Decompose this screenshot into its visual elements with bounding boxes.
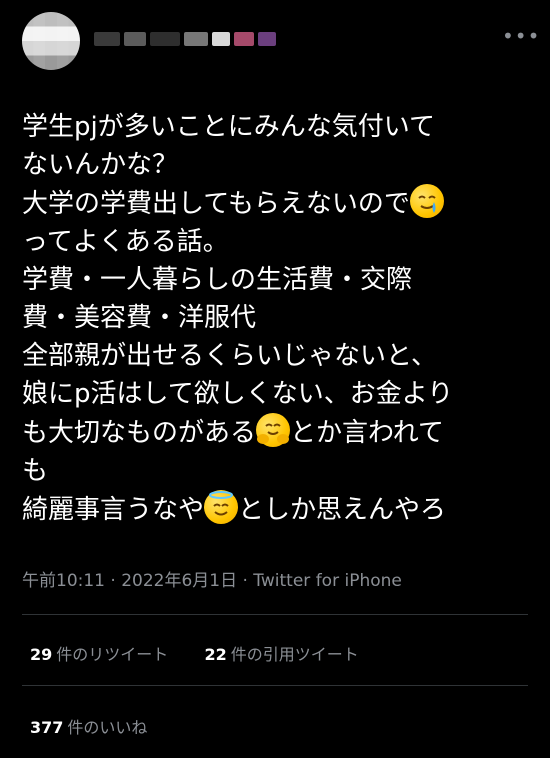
pixel-block — [150, 32, 180, 46]
retweets-link[interactable]: 29 件のリツイート — [30, 645, 168, 664]
smiling-face-with-halo-icon — [204, 490, 239, 524]
likes-stats: 377 件のいいね — [30, 714, 147, 738]
face-holding-back-tears-icon — [409, 184, 444, 218]
tweet-text-seg4: としか思えんやろ — [238, 495, 447, 525]
pixel-block — [184, 32, 208, 46]
pixel-block — [234, 32, 254, 46]
tweet-text-seg1: 学生pjが多いことにみんな気付いて ないんかな？ 大学の学費出してもらえないので — [22, 112, 435, 219]
pixel-block — [124, 32, 146, 46]
quotes-count: 22 — [204, 645, 227, 664]
tweet-text: 学生pjが多いことにみんな気付いて ないんかな？ 大学の学費出してもらえないので… — [22, 108, 532, 529]
likes-label: 件のいいね — [67, 718, 148, 737]
display-name-pixelated[interactable] — [94, 22, 294, 56]
tweet-meta[interactable]: 午前10:11 · 2022年6月1日 · Twitter for iPhone — [22, 566, 402, 591]
hugging-face-icon — [256, 413, 291, 447]
divider — [22, 685, 528, 686]
pixel-block — [258, 32, 276, 46]
likes-link[interactable]: 377 件のいいね — [30, 718, 147, 737]
pixel-block — [212, 32, 230, 46]
more-options-icon: ••• — [502, 24, 541, 48]
avatar[interactable] — [22, 12, 80, 70]
quotes-label: 件の引用ツイート — [230, 645, 359, 664]
retweets-label: 件のリツイート — [56, 645, 169, 664]
likes-count: 377 — [30, 718, 64, 737]
retweet-quote-stats: 29 件のリツイート 22 件の引用ツイート — [30, 641, 359, 665]
tweet-header: ••• — [22, 12, 539, 72]
retweets-count: 29 — [30, 645, 53, 664]
more-options-button[interactable]: ••• — [502, 26, 539, 46]
divider — [22, 614, 528, 615]
quotes-link[interactable]: 22 件の引用ツイート — [204, 645, 358, 664]
tweet-text-seg2: ってよくある話。 学費・一人暮らしの生活費・交際 費・美容費・洋服代 全部親が出… — [22, 227, 454, 448]
pixel-block — [94, 32, 120, 46]
